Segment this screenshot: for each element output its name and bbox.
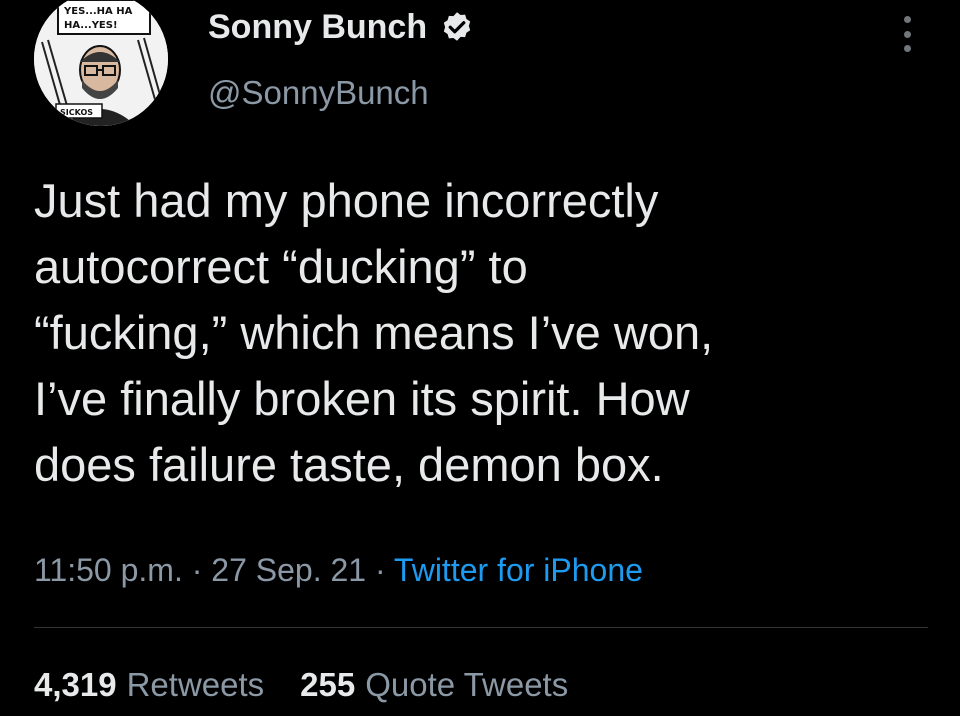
- tweet-text: Just had my phone incorrectly autocorrec…: [34, 168, 934, 498]
- verified-badge-icon: [443, 11, 471, 41]
- quote-tweets-count: 255: [300, 666, 356, 703]
- retweets-stat[interactable]: 4,319 Retweets: [34, 666, 264, 704]
- tweet-meta: 11:50 p.m. · 27 Sep. 21 · Twitter for iP…: [34, 552, 643, 589]
- more-dot: [903, 16, 911, 23]
- more-options-icon[interactable]: [900, 16, 914, 52]
- retweets-count: 4,319: [34, 666, 117, 703]
- more-dot: [903, 45, 911, 52]
- tweet-text-line: autocorrect “ducking” to: [34, 240, 528, 293]
- author-name-row[interactable]: Sonny Bunch: [208, 8, 475, 47]
- tweet-text-line: “fucking,” which means I’ve won,: [34, 306, 714, 359]
- quote-tweets-label: Quote Tweets: [365, 666, 569, 703]
- avatar-speech-line-2: HA...YES!: [64, 20, 118, 31]
- author-handle[interactable]: @SonnyBunch: [208, 74, 429, 112]
- meta-separator: ·: [374, 552, 386, 588]
- retweets-label: Retweets: [126, 666, 265, 703]
- display-name[interactable]: Sonny Bunch: [208, 8, 427, 47]
- tweet-text-line: Just had my phone incorrectly: [34, 174, 659, 227]
- meta-separator: ·: [191, 552, 203, 588]
- tweet-source-link[interactable]: Twitter for iPhone: [394, 552, 643, 588]
- quote-tweets-stat[interactable]: 255 Quote Tweets: [300, 666, 568, 704]
- tweet-text-line: I’ve finally broken its spirit. How: [34, 372, 690, 425]
- tweet-text-line: does failure taste, demon box.: [34, 438, 664, 491]
- avatar-speech-line-1: YES...HA HA: [63, 6, 133, 17]
- divider: [34, 627, 928, 628]
- avatar-image: YES...HA HA HA...YES! SICKOS: [34, 0, 168, 126]
- tweet-time[interactable]: 11:50 p.m.: [34, 552, 183, 588]
- tweet-date[interactable]: 27 Sep. 21: [211, 552, 366, 588]
- tweet-stats: 4,319 Retweets 255 Quote Tweets: [34, 666, 568, 704]
- avatar[interactable]: YES...HA HA HA...YES! SICKOS: [34, 0, 168, 126]
- more-dot: [903, 30, 911, 38]
- avatar-caption: SICKOS: [60, 108, 93, 117]
